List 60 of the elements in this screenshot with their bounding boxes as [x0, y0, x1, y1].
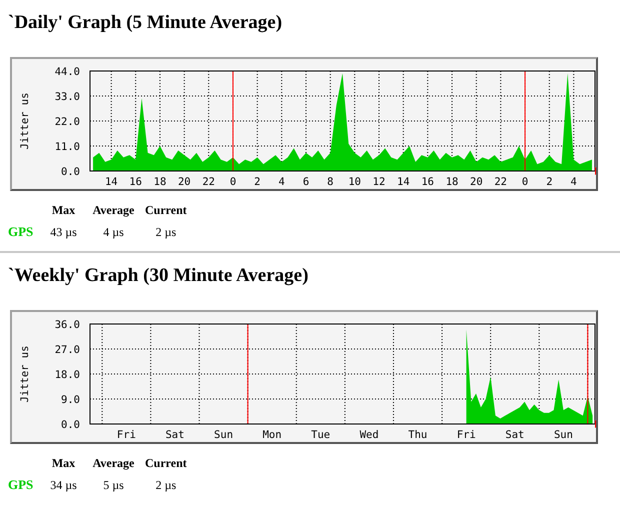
x-tick-label: Sun: [214, 429, 234, 441]
x-tick-label: 20: [470, 176, 483, 188]
y-tick-label: 33.0: [54, 91, 80, 103]
legend-header: Max: [52, 203, 76, 217]
x-tick-label: 2: [546, 176, 553, 188]
x-tick-label: 22: [494, 176, 508, 188]
legend-header: Current: [145, 203, 187, 217]
x-tick-label: Thu: [408, 429, 428, 441]
x-tick-label: 18: [154, 176, 166, 188]
y-tick-label: 36.0: [54, 319, 80, 331]
graph-title: `Weekly' Graph (30 Minute Average): [8, 264, 310, 287]
legend-value: 2 µs: [156, 224, 176, 238]
axis-arrow-icon: [595, 420, 596, 428]
y-tick-label: 22.0: [54, 116, 80, 128]
x-tick-label: 16: [129, 176, 142, 188]
graph-title: `Daily' Graph (5 Minute Average): [8, 11, 284, 34]
x-tick-label: Sat: [505, 429, 524, 441]
y-axis-label: Jitter us: [19, 346, 31, 402]
x-tick-label: 0: [230, 176, 236, 188]
x-tick-label: Wed: [360, 429, 379, 441]
x-tick-label: 14: [397, 176, 410, 188]
legend-value: 34 µs: [50, 478, 77, 492]
x-tick-label: 0: [522, 176, 528, 188]
x-tick-label: 16: [421, 176, 434, 188]
axis-arrow-icon: [595, 167, 596, 175]
y-axis-label: Jitter us: [19, 92, 31, 150]
legend-header: Average: [92, 203, 134, 217]
x-tick-label: 20: [178, 176, 191, 188]
y-tick-label: 27.0: [54, 344, 80, 356]
y-tick-label: 18.0: [54, 369, 80, 381]
x-tick-label: 8: [327, 176, 334, 188]
x-tick-label: 12: [372, 176, 386, 188]
x-tick-label: 14: [104, 176, 118, 188]
x-tick-label: Fri: [116, 429, 136, 441]
y-tick-label: 44.0: [54, 66, 80, 78]
x-tick-label: Sun: [554, 429, 573, 441]
legend-value: 5 µs: [103, 478, 124, 492]
y-tick-label: 9.0: [61, 394, 80, 406]
series-name: GPS: [8, 224, 34, 239]
y-tick-label: 0.0: [61, 166, 80, 178]
x-tick-label: 4: [278, 176, 285, 188]
legend-header: Average: [92, 456, 134, 470]
x-tick-label: 2: [254, 176, 260, 188]
x-tick-label: Tue: [311, 429, 330, 441]
legend-header: Current: [145, 456, 187, 470]
x-tick-label: Fri: [456, 429, 476, 441]
x-tick-label: 10: [348, 176, 361, 188]
legend-value: 43 µs: [50, 224, 77, 238]
legend-value: 2 µs: [156, 478, 176, 492]
x-tick-label: 18: [446, 176, 458, 188]
y-tick-label: 11.0: [54, 141, 80, 153]
x-tick-label: 6: [302, 176, 310, 188]
x-tick-label: Sat: [166, 429, 184, 441]
legend-header: Max: [52, 456, 76, 470]
legend-value: 4 µs: [103, 224, 124, 238]
x-tick-label: 22: [202, 176, 215, 188]
y-tick-label: 0.0: [61, 419, 80, 431]
x-tick-label: Mon: [262, 429, 282, 441]
x-tick-label: 4: [570, 176, 577, 188]
series-name: GPS: [8, 477, 34, 492]
